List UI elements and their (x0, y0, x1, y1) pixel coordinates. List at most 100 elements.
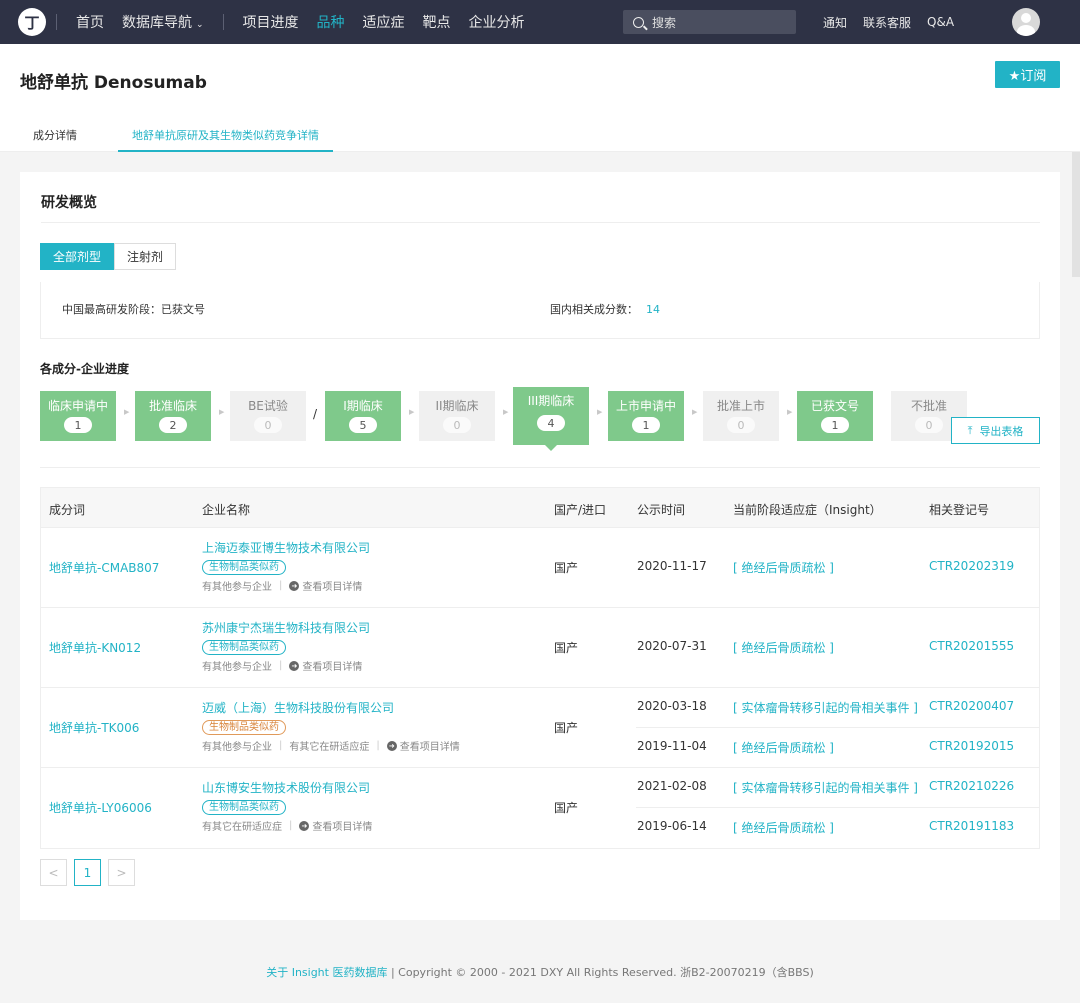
progress-title: 各成分-企业进度 (40, 362, 129, 376)
stage-phase-1[interactable]: I期临床 5 (325, 391, 401, 441)
company-link[interactable]: 苏州康宁杰瑞生物科技有限公司 (202, 619, 370, 636)
indication-link[interactable]: [ 绝经后骨质疏松 ] (733, 819, 834, 836)
search-input[interactable]: 搜索 (623, 10, 796, 34)
pagination: < 1 > (40, 859, 142, 886)
separator: | (289, 820, 293, 831)
ingredient-link[interactable]: 地舒单抗-KN012 (49, 639, 141, 656)
project-details-link[interactable]: 查看项目详情 (302, 578, 362, 593)
separator: | (279, 660, 283, 671)
other-companies-link[interactable]: 有其他参与企业 (202, 658, 272, 673)
column-header: 相关登记号 (929, 503, 990, 517)
prev-page-button[interactable]: < (40, 859, 67, 886)
stage-count: 0 (727, 417, 755, 433)
filter-all-dosage[interactable]: 全部剂型 (40, 243, 115, 270)
project-details-link[interactable]: 查看项目详情 (400, 738, 460, 753)
next-page-button[interactable]: > (108, 859, 135, 886)
stage-market-application[interactable]: 上市申请中 1 (608, 391, 684, 441)
stage-label: 临床申请中 (47, 399, 108, 413)
arrow-right-icon: ▶ (124, 408, 130, 416)
stage-clinical-approved[interactable]: 批准临床 2 (135, 391, 211, 441)
nav-divider (56, 14, 57, 30)
footer: 关于 Insight 医药数据库 | Copyright © 2000 - 20… (0, 964, 1080, 980)
arrow-circle-icon: ➜ (299, 820, 310, 831)
biosimilar-tag: 生物制品类似药 (202, 720, 286, 735)
divider (40, 467, 1040, 468)
registration-link[interactable]: CTR20200407 (929, 699, 1014, 713)
registration-link[interactable]: CTR20202319 (929, 559, 1014, 573)
nav-home[interactable]: 首页 (76, 12, 104, 32)
stage-count: 0 (443, 417, 471, 433)
ingredient-link[interactable]: 地舒单抗-CMAB807 (49, 559, 159, 576)
subscribe-button[interactable]: ★订阅 (995, 61, 1060, 88)
stage-phase-2[interactable]: II期临床 0 (419, 391, 495, 441)
other-companies-link[interactable]: 有其他参与企业 (202, 738, 272, 753)
arrow-right-icon: ▶ (409, 408, 415, 416)
stage-be-trial[interactable]: BE试验 0 (230, 391, 306, 441)
origin-value: 国产 (554, 641, 579, 655)
tab-ingredient-details[interactable]: 成分详情 (33, 127, 77, 152)
stage-count: 4 (537, 415, 565, 431)
page-number[interactable]: 1 (74, 859, 101, 886)
arrow-right-icon: ▶ (692, 408, 698, 416)
nav-database[interactable]: 数据库导航 ⌄ (122, 12, 204, 32)
ingredient-link[interactable]: 地舒单抗-LY06006 (49, 799, 152, 816)
ingredient-link[interactable]: 地舒单抗-TK006 (49, 719, 139, 736)
top-nav: 丁 首页 数据库导航 ⌄ 项目进度 品种 适应症 靶点 企业分析 搜索 通知 联系… (0, 0, 1080, 44)
export-table-button[interactable]: ⤒ 导出表格 (951, 417, 1040, 444)
other-indications-link[interactable]: 有其它在研适应症 (289, 738, 369, 753)
stage-phase-3[interactable]: III期临床 4 (513, 387, 589, 451)
nav-notifications[interactable]: 通知 (823, 14, 847, 31)
avatar[interactable] (1012, 8, 1040, 36)
registration-link[interactable]: CTR20191183 (929, 819, 1014, 833)
indication-link[interactable]: [ 绝经后骨质疏松 ] (733, 739, 834, 756)
logo-icon[interactable]: 丁 (18, 8, 46, 36)
project-details-link[interactable]: 查看项目详情 (302, 658, 362, 673)
other-companies-link[interactable]: 有其他参与企业 (202, 578, 272, 593)
entry-row: 2021-02-08 [ 实体瘤骨转移引起的骨相关事件 ] CTR2021022… (636, 768, 1039, 808)
column-header: 国产/进口 (554, 503, 607, 517)
company-link[interactable]: 迈威（上海）生物科技股份有限公司 (202, 699, 460, 716)
stage-count: 2 (159, 417, 187, 433)
company-link[interactable]: 上海迈泰亚博生物技术有限公司 (202, 539, 370, 556)
about-link[interactable]: 关于 Insight 医药数据库 (266, 966, 387, 979)
stage-clinical-application[interactable]: 临床申请中 1 (40, 391, 116, 441)
indication-link[interactable]: [ 绝经后骨质疏松 ] (733, 639, 834, 656)
stage-label: 上市申请中 (615, 399, 676, 413)
stage-market-approved[interactable]: 批准上市 0 (703, 391, 779, 441)
nav-database-label: 数据库导航 (122, 15, 192, 31)
nav-projects[interactable]: 项目进度 (243, 12, 299, 32)
scrollbar[interactable] (1072, 152, 1080, 277)
registration-link[interactable]: CTR20201555 (929, 639, 1014, 653)
indication-link[interactable]: [ 实体瘤骨转移引起的骨相关事件 ] (733, 699, 918, 716)
nav-varieties[interactable]: 品种 (317, 12, 345, 32)
stage-label: 不批准 (910, 399, 947, 413)
table-row: 地舒单抗-LY06006 山东博安生物技术股份有限公司 生物制品类似药 有其它在… (41, 768, 1039, 848)
arrow-circle-icon: ➜ (289, 580, 300, 591)
other-indications-link[interactable]: 有其它在研适应症 (202, 818, 282, 833)
indication-link[interactable]: [ 实体瘤骨转移引起的骨相关事件 ] (733, 779, 918, 796)
indication-link[interactable]: [ 绝经后骨质疏松 ] (733, 559, 834, 576)
registration-link[interactable]: CTR20210226 (929, 779, 1014, 793)
filter-injection[interactable]: 注射剂 (114, 243, 177, 270)
publish-date: 2019-06-14 (637, 819, 707, 833)
nav-qa[interactable]: Q&A (927, 15, 954, 29)
table-row: 地舒单抗-KN012 苏州康宁杰瑞生物科技有限公司 生物制品类似药 有其他参与企… (41, 608, 1039, 688)
tab-competition-details[interactable]: 地舒单抗原研及其生物类似药竞争详情 (118, 127, 333, 152)
publish-date: 2019-11-04 (637, 739, 707, 753)
column-header: 当前阶段适应症（Insight） (733, 503, 882, 517)
origin-value: 国产 (554, 721, 579, 735)
ingredient-count: 国内相关成分数： 14 (550, 301, 660, 317)
stage-count: 1 (64, 417, 92, 433)
nav-contact-support[interactable]: 联系客服 (863, 14, 911, 31)
registration-link[interactable]: CTR20192015 (929, 739, 1014, 753)
company-link[interactable]: 山东博安生物技术股份有限公司 (202, 779, 372, 796)
stage-count: 1 (632, 417, 660, 433)
project-details-link[interactable]: 查看项目详情 (312, 818, 372, 833)
nav-indications[interactable]: 适应症 (363, 12, 405, 32)
stage-label: I期临床 (343, 399, 383, 413)
arrow-right-icon: ▶ (503, 408, 509, 416)
nav-targets[interactable]: 靶点 (423, 12, 451, 32)
nav-company-analysis[interactable]: 企业分析 (469, 12, 525, 32)
stage-licensed[interactable]: 已获文号 1 (797, 391, 873, 441)
entry-list: 2020-03-18 [ 实体瘤骨转移引起的骨相关事件 ] CTR2020040… (636, 688, 1039, 768)
